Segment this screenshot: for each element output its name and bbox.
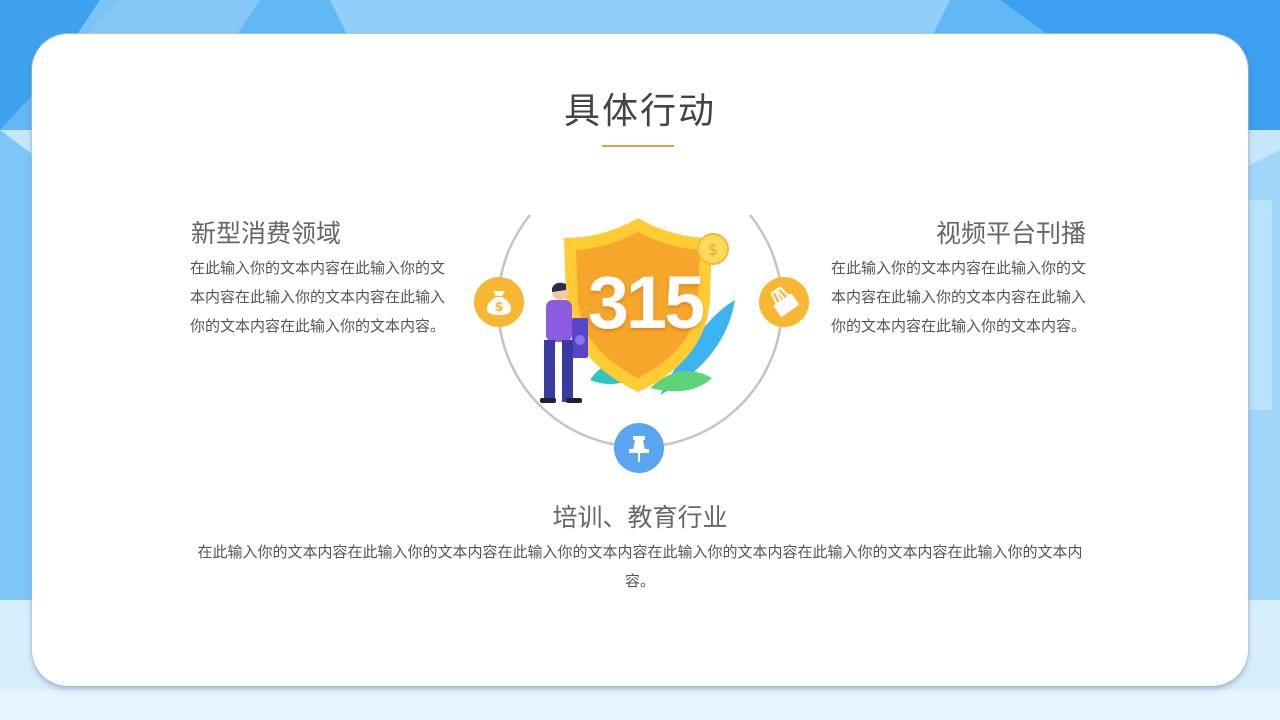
- title-underline: [602, 145, 674, 147]
- money-bag-icon: $: [486, 291, 512, 315]
- slide-title: 具体行动: [563, 91, 716, 132]
- pushpin-icon: [629, 436, 649, 462]
- section-heading-right: 视频平台刊播: [935, 219, 1086, 248]
- section-body-right: 在此输入你的文本内容在此输入你的文本内容在此输入你的文本内容在此输入你的文本内容…: [830, 259, 1086, 335]
- badge-right: [759, 277, 809, 327]
- svg-text:$: $: [708, 240, 718, 259]
- section-heading-left: 新型消费领域: [191, 219, 342, 248]
- section-body-left: 在此输入你的文本内容在此输入你的文本内容在此输入你的文本内容在此输入你的文本内容…: [190, 259, 446, 335]
- section-heading-bottom: 培训、教育行业: [552, 503, 728, 532]
- section-body-bottom: 在此输入你的文本内容在此输入你的文本内容在此输入你的文本内容在此输入你的文本内容…: [197, 543, 1083, 590]
- illustration-number: 315: [587, 261, 705, 344]
- badge-left: $: [474, 277, 524, 327]
- badge-bottom: [614, 423, 664, 473]
- svg-text:$: $: [494, 300, 503, 315]
- binder-clip-icon: [770, 286, 799, 317]
